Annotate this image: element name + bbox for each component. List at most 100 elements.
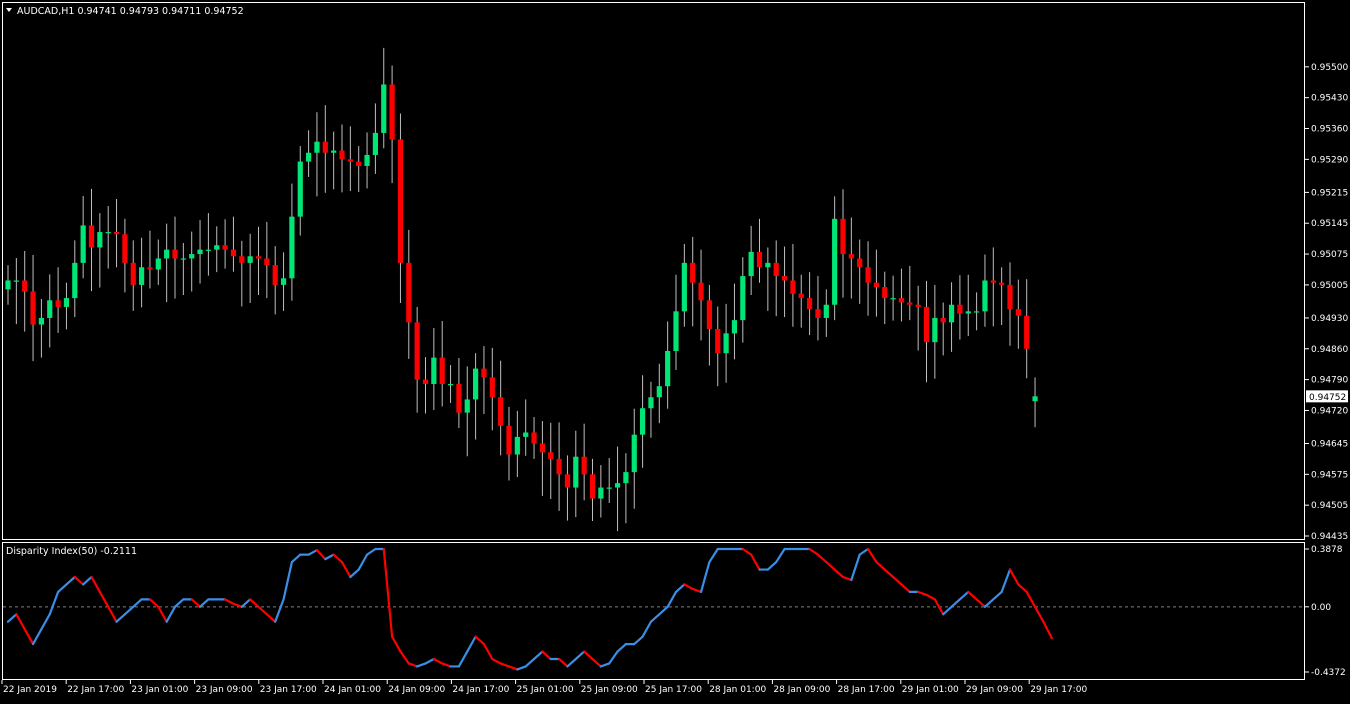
candle: [1015, 279, 1021, 349]
disparity-segment: [775, 547, 786, 564]
candle: [882, 271, 888, 325]
disparity-segment: [574, 650, 586, 661]
candle: [63, 282, 70, 330]
candle: [623, 453, 629, 524]
candle-body: [623, 472, 629, 484]
disparity-segment: [825, 560, 836, 571]
price-tick-label: 0.95500: [1311, 63, 1348, 73]
candle-body: [55, 300, 61, 307]
candle: [456, 358, 462, 429]
candle-body: [665, 350, 671, 387]
disparity-segment: [741, 547, 753, 556]
disparity-segment: [240, 598, 252, 608]
mt4-chart-window[interactable]: AUDCAD,H1 0.94741 0.94793 0.94711 0.9475…: [0, 0, 1350, 700]
candle-body: [447, 384, 454, 386]
disparity-segment: [416, 662, 427, 668]
disparity-segment: [524, 657, 536, 668]
candle-body: [531, 432, 537, 444]
indicator-title: Disparity Index(50) -0.2111: [6, 546, 137, 557]
candle-body: [272, 265, 278, 285]
candle-body: [807, 298, 813, 310]
candle: [422, 357, 429, 414]
disparity-segment: [115, 613, 127, 623]
disparity-segment: [532, 650, 544, 661]
time-tick-label: 25 Jan 01:00: [517, 685, 574, 695]
candle-body: [431, 357, 437, 385]
candle: [13, 258, 19, 325]
candle: [414, 306, 420, 413]
current-price-marker: 0.94752: [1306, 390, 1348, 403]
candle-body: [848, 254, 854, 259]
candle-body: [22, 280, 28, 292]
candle: [1007, 262, 1013, 346]
chart-canvas[interactable]: AUDCAD,H1 0.94741 0.94793 0.94711 0.9475…: [0, 0, 1350, 700]
candle: [665, 321, 671, 409]
disparity-segment: [1000, 568, 1012, 594]
disparity-segment: [324, 553, 335, 561]
triangle-down-icon[interactable]: [6, 8, 12, 12]
candle: [289, 183, 295, 301]
candle-body: [932, 317, 938, 343]
disparity-segment: [441, 662, 452, 668]
candle: [581, 423, 587, 501]
candle-body: [498, 397, 504, 426]
candle-body: [147, 267, 153, 270]
disparity-segment: [1025, 590, 1037, 608]
candle-body: [907, 302, 913, 305]
current-price-label: 0.94752: [1309, 393, 1346, 403]
candle: [406, 229, 412, 359]
candle-body: [790, 280, 796, 294]
candle-body: [297, 161, 303, 217]
candle-body: [481, 368, 487, 378]
time-tick-label: 23 Jan 01:00: [131, 685, 188, 695]
candle: [130, 240, 136, 311]
price-tick-label: 0.94720: [1311, 406, 1348, 416]
price-tick-label: 0.94575: [1311, 470, 1348, 480]
candle-body: [63, 298, 70, 307]
time-tick-label: 28 Jan 09:00: [773, 685, 830, 695]
candle: [222, 219, 228, 269]
candle-body: [130, 262, 136, 285]
candle-body: [882, 287, 888, 299]
candle: [698, 249, 704, 341]
time-tick-label: 29 Jan 01:00: [902, 685, 959, 695]
candle: [756, 218, 763, 283]
disparity-segment: [307, 549, 319, 556]
disparity-segment: [198, 598, 210, 608]
candle: [631, 408, 637, 509]
candle-body: [681, 262, 687, 312]
disparity-segment: [82, 575, 93, 586]
candle-body: [1015, 309, 1021, 316]
candle: [765, 247, 771, 311]
disparity-segment: [666, 590, 678, 608]
candle-body: [832, 218, 838, 305]
candle-body: [364, 154, 370, 166]
disparity-segment: [507, 665, 519, 671]
disparity-segment: [40, 613, 51, 631]
symbol-header[interactable]: AUDCAD,H1 0.94741 0.94793 0.94711 0.9475…: [6, 6, 244, 17]
candle-body: [464, 399, 470, 413]
candle: [523, 399, 529, 456]
price-tick-label: 0.94435: [1311, 532, 1348, 542]
disparity-segment: [983, 598, 995, 608]
candle: [105, 206, 111, 269]
candle: [898, 268, 905, 322]
candle-body: [1032, 396, 1038, 402]
candle: [690, 236, 696, 327]
candle: [948, 282, 955, 352]
candle: [573, 430, 579, 518]
candle-body: [506, 425, 512, 455]
candle-body: [548, 452, 554, 459]
disparity-segment: [382, 547, 394, 638]
candle-body: [122, 234, 128, 263]
disparity-segment: [649, 613, 661, 623]
candle: [807, 272, 813, 336]
candle-body: [422, 379, 429, 385]
candle-body: [331, 150, 337, 153]
disparity-segment: [48, 590, 60, 616]
candle: [548, 422, 554, 499]
disparity-segment: [15, 613, 26, 631]
candle-body: [873, 282, 879, 288]
price-tick-label: 0.95290: [1311, 155, 1348, 165]
disparity-segment: [274, 598, 285, 623]
